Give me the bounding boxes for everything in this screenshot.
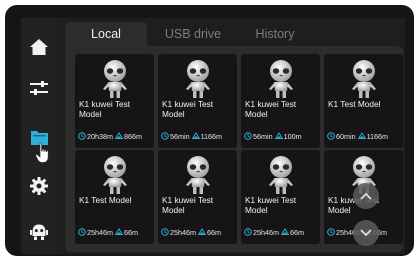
filament-icon [114, 228, 123, 235]
tab-local[interactable]: Local [65, 22, 147, 46]
clock-icon [244, 228, 252, 236]
file-card[interactable]: K1 kuwei Test Model 20h38m 866m [75, 54, 154, 148]
print-time: 60min [336, 131, 356, 141]
clock-icon [327, 132, 335, 140]
file-name: K1 kuwei Test Model [162, 195, 214, 215]
model-thumbnail [186, 60, 210, 98]
file-meta: 60min 1166m [327, 130, 403, 142]
filament-length: 1166m [366, 131, 389, 141]
model-thumbnail [186, 156, 210, 194]
file-name: K1 Test Model [328, 99, 381, 109]
file-name: K1 Test Model [79, 195, 132, 205]
tab-usb-drive[interactable]: USB drive [153, 22, 233, 46]
gear-icon [30, 177, 48, 195]
file-meta: 25h46m 66m [161, 226, 237, 238]
model-thumbnail [103, 156, 127, 194]
model-thumbnail [269, 60, 293, 98]
file-card[interactable]: K1 Test Model 25h46m 66m [75, 150, 154, 244]
file-card[interactable]: K1 kuwei Test Model 56min 100m [241, 54, 320, 148]
clock-icon [161, 228, 169, 236]
pointer-hand-icon [35, 142, 49, 163]
filament-length: 1166m [200, 131, 223, 141]
clock-icon [161, 132, 169, 140]
filament-icon [197, 228, 206, 235]
file-meta: 25h46m 66m [244, 226, 320, 238]
filament-icon [280, 228, 289, 235]
file-name: K1 kuwei Test Model [162, 99, 214, 119]
sidebar-item-home[interactable] [24, 32, 54, 62]
scroll-down-button[interactable] [353, 220, 379, 246]
filament-length: 66m [123, 227, 138, 237]
model-thumbnail [352, 60, 376, 98]
file-grid-panel: K1 kuwei Test Model 20h38m 866m K1 kuwei… [65, 46, 403, 252]
model-thumbnail [103, 60, 127, 98]
file-meta: 20h38m 866m [78, 130, 154, 142]
chevron-down-icon [360, 229, 372, 237]
file-card[interactable]: K1 Test Model 60min 1166m [324, 54, 403, 148]
model-thumbnail [269, 156, 293, 194]
print-time: 25h46m [170, 227, 196, 237]
tab-history[interactable]: History [237, 22, 313, 46]
print-time: 25h46m [253, 227, 279, 237]
clock-icon [244, 132, 252, 140]
screen: Local USB drive History K1 kuwei Test Mo… [21, 18, 405, 254]
filament-length: 66m [206, 227, 221, 237]
print-time: 56min [253, 131, 273, 141]
source-tabs: Local USB drive History [65, 22, 405, 46]
print-time: 56min [170, 131, 190, 141]
file-card[interactable]: K1 kuwei Test Model 25h46m 66m [241, 150, 320, 244]
clock-icon [327, 228, 335, 236]
home-icon [30, 39, 48, 55]
file-meta: 56min 1166m [161, 130, 237, 142]
sidebar-item-settings-sliders[interactable] [24, 73, 54, 103]
filament-length: 66m [289, 227, 304, 237]
sliders-icon [30, 81, 48, 95]
filament-length: 100m [283, 131, 302, 141]
file-card[interactable]: K1 kuwei Test Model 56min 1166m [158, 54, 237, 148]
chevron-up-icon [360, 192, 372, 200]
scroll-up-button[interactable] [353, 183, 379, 209]
file-name: K1 kuwei Test Model [245, 99, 297, 119]
print-time: 20h38m [87, 131, 113, 141]
clock-icon [78, 228, 86, 236]
filament-icon [274, 132, 283, 139]
sidebar-item-settings[interactable] [24, 171, 54, 201]
sidebar [21, 18, 57, 254]
filament-icon [114, 132, 123, 139]
clock-icon [78, 132, 86, 140]
file-card[interactable]: K1 kuwei Test Model 25h46m 66m [158, 150, 237, 244]
file-meta: 25h46m 66m [78, 226, 154, 238]
filament-icon [191, 132, 200, 139]
file-name: K1 kuwei Test Model [79, 99, 131, 119]
sidebar-item-robot[interactable] [24, 217, 54, 247]
filament-length: 866m [123, 131, 142, 141]
robot-icon [30, 224, 48, 240]
print-time: 25h46m [87, 227, 113, 237]
file-name: K1 kuwei Test Model [245, 195, 297, 215]
printer-screen-bezel: Local USB drive History K1 kuwei Test Mo… [5, 5, 414, 256]
file-meta: 56min 100m [244, 130, 320, 142]
filament-icon [357, 132, 366, 139]
